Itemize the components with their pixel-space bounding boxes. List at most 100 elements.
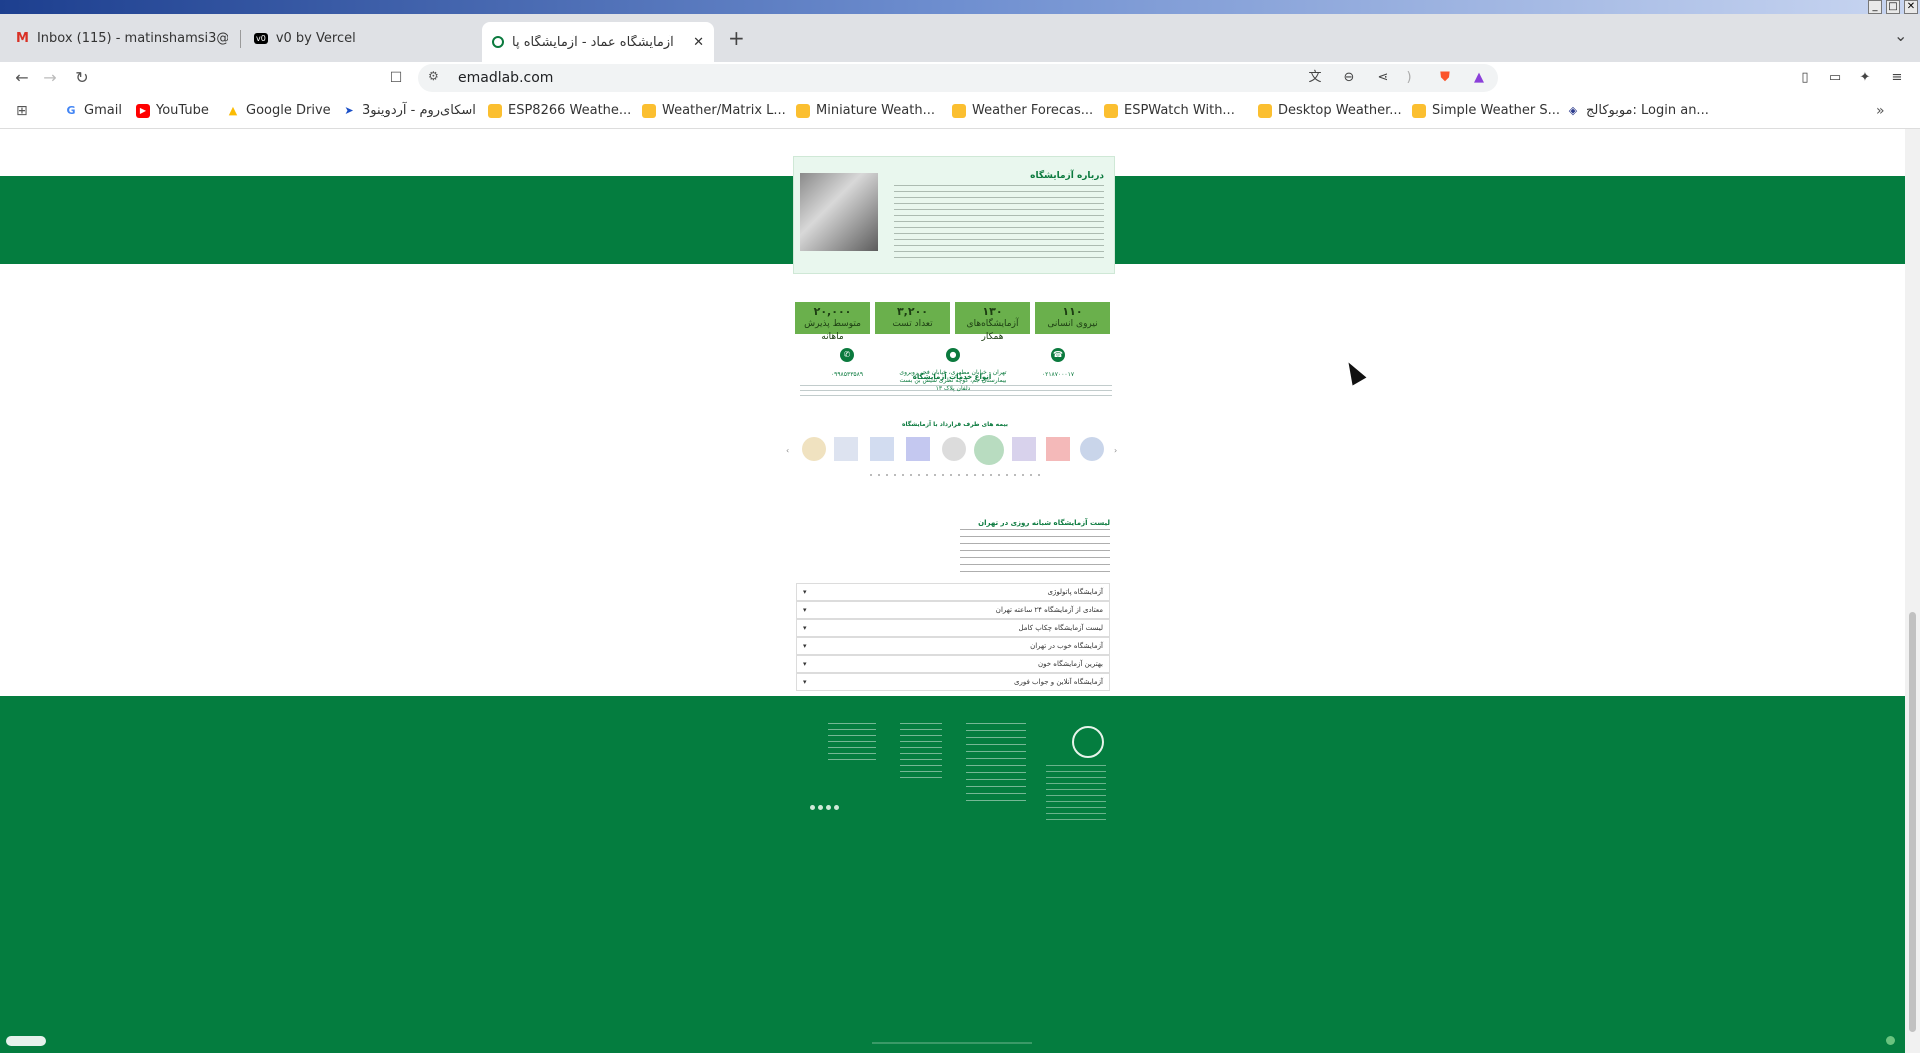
mobocollege-icon: ◈ bbox=[1568, 103, 1578, 117]
carousel-next-icon[interactable]: › bbox=[1114, 446, 1117, 455]
footer-copyright-line bbox=[872, 1042, 1032, 1044]
chevron-down-icon: ▾ bbox=[803, 660, 807, 668]
bookmark-skyroom[interactable]: ➤ اسکای‌روم - آردوینو3 bbox=[342, 103, 475, 118]
chevron-down-icon: ▾ bbox=[803, 588, 807, 596]
accordion-item-online-lab[interactable]: آزمایشگاه آنلاین و جواب فوری ▾ bbox=[796, 673, 1110, 691]
chevron-down-icon: ▾ bbox=[803, 624, 807, 632]
instructables-icon bbox=[1412, 103, 1426, 118]
v0-icon: v0 bbox=[254, 32, 268, 44]
menu-icon[interactable]: ≡ bbox=[1888, 69, 1906, 87]
chat-widget-button[interactable] bbox=[6, 1036, 46, 1046]
chevron-down-icon: ▾ bbox=[803, 642, 807, 650]
back-arrow-icon[interactable]: ← bbox=[12, 68, 32, 88]
insurance-logo bbox=[906, 437, 930, 461]
bookmark-weather-matrix[interactable]: Weather/Matrix L... bbox=[642, 103, 786, 118]
site-info-icon[interactable]: ⚙ bbox=[428, 69, 439, 83]
zoom-icon[interactable]: ⊖ bbox=[1340, 69, 1358, 87]
instructables-icon bbox=[642, 103, 656, 118]
bookmark-miniature-weather[interactable]: Miniature Weath... bbox=[796, 103, 935, 118]
chevron-down-icon: ▾ bbox=[803, 678, 807, 686]
insurance-logo bbox=[1080, 437, 1104, 461]
google-icon: G bbox=[66, 103, 76, 117]
carousel-prev-icon[interactable]: ‹ bbox=[786, 446, 789, 455]
tab-title: آزمایشگاه عماد - آزمایشگاه پا bbox=[512, 34, 674, 50]
accordion-item-24h-labs[interactable]: معتادی از آزمایشگاه ۲۴ ساعته تهران ▾ bbox=[796, 601, 1110, 619]
share-icon[interactable]: ⋖ bbox=[1374, 69, 1392, 87]
stat-tests: ۳,۲۰۰ تعداد تست bbox=[875, 302, 950, 334]
accordion-item-good-lab[interactable]: آزمایشگاه خوب در تهران ▾ bbox=[796, 637, 1110, 655]
wallet-icon[interactable]: ▭ bbox=[1826, 69, 1844, 87]
instructables-icon bbox=[796, 103, 810, 118]
reload-icon[interactable]: ↻ bbox=[72, 68, 92, 88]
about-title: درباره آزمایشگاه bbox=[1030, 171, 1104, 181]
instructables-icon bbox=[1258, 103, 1272, 118]
insurance-logo bbox=[834, 437, 858, 461]
footer-articles[interactable] bbox=[966, 723, 1026, 803]
bookmark-mobocollege[interactable]: ◈ موبوکالج: Login an... bbox=[1566, 103, 1709, 118]
whatsapp-icon: ✆ bbox=[840, 348, 854, 362]
leo-ai-icon[interactable]: ✦ bbox=[1856, 69, 1874, 87]
forward-arrow-icon[interactable]: → bbox=[40, 68, 60, 88]
gmail-icon: M bbox=[16, 30, 29, 46]
insurance-logo bbox=[974, 435, 1004, 465]
contact-phone[interactable]: ۰۲۱۸۷۰۰۰۱۷ bbox=[1030, 371, 1086, 378]
social-icon[interactable] bbox=[810, 805, 815, 810]
online-status-dot bbox=[1886, 1036, 1895, 1045]
footer-contact-info bbox=[828, 723, 876, 765]
bookmark-espwatch[interactable]: ESPWatch With... bbox=[1104, 103, 1235, 118]
bookmark-google-drive[interactable]: ▲ Google Drive bbox=[226, 103, 331, 118]
maximize-button[interactable]: □ bbox=[1886, 0, 1900, 14]
bookmark-desktop-weather[interactable]: Desktop Weather... bbox=[1258, 103, 1402, 118]
close-window-button[interactable]: ✕ bbox=[1904, 0, 1918, 14]
bookmark-gmail[interactable]: G Gmail bbox=[64, 103, 121, 118]
rss-icon[interactable]: ) bbox=[1400, 69, 1418, 87]
footer-quick-links[interactable] bbox=[900, 723, 942, 783]
carousel-dots[interactable] bbox=[870, 474, 1040, 476]
contact-whatsapp[interactable]: ۰۹۹۸۵۳۳۵۸۹ bbox=[818, 371, 876, 378]
sidebar-toggle-icon[interactable]: ▯ bbox=[1796, 69, 1814, 87]
bookmark-youtube[interactable]: ▶ YouTube bbox=[136, 103, 209, 118]
tab-emadlab[interactable]: آزمایشگاه عماد - آزمایشگاه پا ✕ bbox=[482, 22, 714, 62]
tab-v0[interactable]: v0 v0 by Vercel bbox=[244, 22, 476, 54]
insurance-logo bbox=[1012, 437, 1036, 461]
partners-title: بیمه های طرف قرارداد با آزمایشگاه bbox=[901, 421, 1009, 428]
more-bookmarks-icon[interactable]: » bbox=[1876, 103, 1885, 119]
new-tab-button[interactable]: + bbox=[728, 26, 745, 50]
address-bar[interactable] bbox=[418, 64, 1498, 92]
accordion-item-checkup[interactable]: لیست آزمایشگاه چکاپ کامل ▾ bbox=[796, 619, 1110, 637]
chevron-down-icon: ▾ bbox=[803, 606, 807, 614]
about-paragraph-lines bbox=[894, 185, 1104, 261]
about-card: درباره آزمایشگاه bbox=[793, 156, 1115, 274]
translate-icon[interactable]: 文 bbox=[1306, 69, 1324, 87]
social-icon[interactable] bbox=[818, 805, 823, 810]
tab-gmail[interactable]: M Inbox (115) - matinshamsi3@gm bbox=[6, 22, 238, 54]
accordion-item-blood-lab[interactable]: بهترین آزمایشگاه خون ▾ bbox=[796, 655, 1110, 673]
brave-shield-icon[interactable]: ⛊ bbox=[1436, 69, 1454, 87]
web-page: درباره آزمایشگاه ۱۱۰ نیروی انسانی ۱۳۰ آزما… bbox=[0, 129, 1905, 1053]
instructables-icon bbox=[952, 103, 966, 118]
apps-grid-icon[interactable]: ⊞ bbox=[16, 103, 28, 119]
location-icon: ● bbox=[946, 348, 960, 362]
bookmark-icon[interactable]: ☐ bbox=[386, 68, 406, 88]
tab-separator bbox=[240, 30, 241, 48]
stat-partner-labs: ۱۳۰ آزمایشگاه‌های همکار bbox=[955, 302, 1030, 342]
tab-search-button[interactable]: ⌄ bbox=[1894, 26, 1907, 45]
minimize-button[interactable]: _ bbox=[1868, 0, 1882, 14]
bookmark-weather-forecast[interactable]: Weather Forecas... bbox=[952, 103, 1093, 118]
social-icon[interactable] bbox=[834, 805, 839, 810]
instructables-icon bbox=[1104, 103, 1118, 118]
insurance-logo bbox=[1046, 437, 1070, 461]
list-section-lines bbox=[960, 529, 1110, 577]
accordion-item-pathology[interactable]: آزمایشگاه پاتولوژی ▾ bbox=[796, 583, 1110, 601]
url-text[interactable]: emadlab.com bbox=[458, 70, 553, 86]
scrollbar-thumb[interactable] bbox=[1909, 612, 1916, 1032]
bookmark-esp8266[interactable]: ESP8266 Weathe... bbox=[488, 103, 631, 118]
footer-logo bbox=[1072, 726, 1104, 758]
list-section-title: لیست آزمایشگاه شبانه روزی در تهران bbox=[978, 519, 1110, 527]
brave-rewards-icon[interactable]: ▲ bbox=[1470, 69, 1488, 87]
bookmark-simple-weather[interactable]: Simple Weather S... bbox=[1412, 103, 1560, 118]
footer-social-icons[interactable] bbox=[810, 805, 842, 811]
tab-title: Inbox (115) - matinshamsi3@gm bbox=[36, 30, 228, 46]
social-icon[interactable] bbox=[826, 805, 831, 810]
close-tab-icon[interactable]: ✕ bbox=[693, 35, 704, 50]
